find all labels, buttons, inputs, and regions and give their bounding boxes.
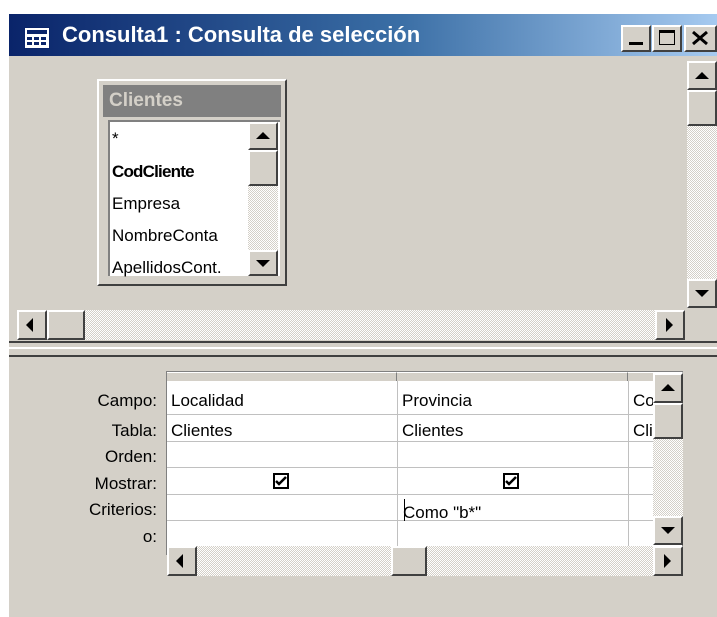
- pane-splitter-highlight: [9, 347, 717, 349]
- field-list-scroll-thumb[interactable]: [248, 150, 278, 186]
- arrow-up-icon: [256, 132, 270, 139]
- criterios-cell[interactable]: Como "b*": [403, 503, 623, 523]
- campo-cell[interactable]: Provincia: [402, 391, 624, 411]
- field-item-empresa[interactable]: Empresa: [112, 194, 180, 214]
- grid-scroll-down-button[interactable]: [653, 516, 683, 545]
- campo-cell[interactable]: CodF: [633, 391, 655, 411]
- column-selector[interactable]: [167, 372, 397, 381]
- table-pane-scroll-down-button[interactable]: [687, 279, 717, 308]
- arrow-left-icon: [176, 554, 183, 568]
- row-label-o: o:: [142, 527, 157, 546]
- mostrar-checkbox[interactable]: [273, 473, 289, 489]
- row-label-mostrar: Mostrar:: [94, 474, 157, 493]
- table-pane-scroll-up-button[interactable]: [687, 61, 717, 90]
- checkmark-icon: [505, 476, 517, 486]
- minimize-icon: [629, 42, 643, 45]
- field-list-scroll-up-button[interactable]: [248, 122, 278, 150]
- maximize-button[interactable]: [652, 25, 682, 52]
- grid-scroll-left-button[interactable]: [167, 546, 197, 576]
- grid-line: [167, 414, 683, 415]
- field-list-title[interactable]: Clientes: [103, 85, 281, 117]
- arrow-right-icon: [664, 554, 671, 568]
- close-button[interactable]: [684, 25, 717, 52]
- grid-vscroll-thumb[interactable]: [653, 403, 683, 439]
- table-pane-hscroll-thumb[interactable]: [47, 310, 85, 340]
- close-icon: [692, 30, 708, 46]
- grid-scroll-up-button[interactable]: [653, 373, 683, 403]
- grid-hscroll-thumb[interactable]: [391, 546, 427, 576]
- field-item-codcliente[interactable]: CodCliente: [112, 162, 195, 182]
- arrow-down-icon: [256, 260, 270, 267]
- grid-line: [167, 494, 683, 495]
- row-label-orden: Orden:: [105, 447, 157, 466]
- column-selector[interactable]: [397, 372, 628, 381]
- campo-cell[interactable]: Localidad: [171, 391, 393, 411]
- mostrar-checkbox[interactable]: [503, 473, 519, 489]
- row-label-campo: Campo:: [97, 391, 157, 410]
- pane-splitter[interactable]: [9, 341, 717, 357]
- arrow-down-icon: [695, 290, 709, 297]
- arrow-up-icon: [695, 72, 709, 79]
- table-pane-scroll-right-button[interactable]: [655, 310, 685, 340]
- field-item-apellidoscont[interactable]: ApellidosCont.: [112, 258, 222, 278]
- scrollbar-corner: [685, 310, 717, 340]
- checkmark-icon: [275, 476, 287, 486]
- window-title: Consulta1 : Consulta de selección: [62, 22, 421, 47]
- maximize-icon: [659, 30, 675, 45]
- tabla-cell[interactable]: Clientes: [402, 421, 624, 441]
- arrow-up-icon: [661, 384, 675, 391]
- field-list-scroll-down-button[interactable]: [248, 250, 278, 276]
- query-window-icon[interactable]: [24, 27, 50, 49]
- field-item-all[interactable]: *: [112, 129, 119, 149]
- tabla-cell[interactable]: Clientes: [171, 421, 393, 441]
- row-label-tabla: Tabla:: [111, 421, 157, 440]
- grid-line: [397, 381, 398, 554]
- arrow-left-icon: [26, 318, 33, 332]
- minimize-button[interactable]: [621, 25, 651, 52]
- arrow-down-icon: [661, 527, 675, 534]
- grid-line: [167, 467, 683, 468]
- grid-scroll-right-button[interactable]: [653, 546, 683, 576]
- table-pane-scroll-left-button[interactable]: [17, 310, 47, 340]
- field-item-nombreconta[interactable]: NombreConta: [112, 226, 218, 246]
- grid-line: [167, 441, 683, 442]
- grid-line: [628, 381, 629, 554]
- text-cursor: [404, 499, 405, 521]
- table-pane-vscroll-thumb[interactable]: [687, 90, 717, 126]
- arrow-right-icon: [666, 318, 673, 332]
- tabla-cell[interactable]: Clien: [633, 421, 655, 441]
- table-pane-hscrollbar[interactable]: [17, 310, 685, 340]
- row-label-criterios: Criterios:: [88, 500, 157, 519]
